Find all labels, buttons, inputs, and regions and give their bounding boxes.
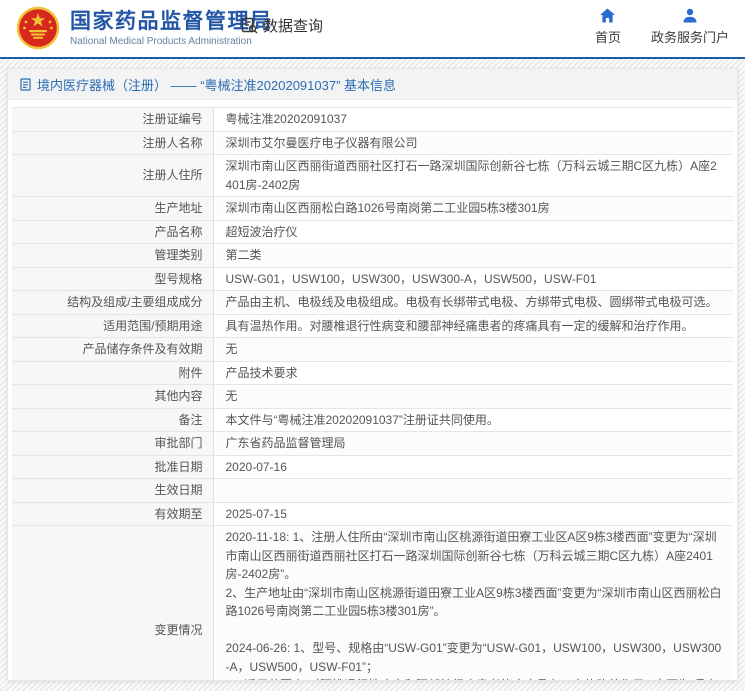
user-icon [682,8,698,23]
document-icon [20,78,31,91]
nav-portal-label: 政务服务门户 [651,27,729,46]
row-value: 本文件与“粤械注准20202091037”注册证共同使用。 [213,408,733,432]
row-label: 注册人住所 [12,155,213,197]
row-value: 粤械注准20202091037 [213,108,733,132]
row-label: 备注 [12,408,213,432]
row-value: 广东省药品监督管理局 [213,432,733,456]
table-row: 有效期至2025-07-15 [12,502,733,526]
row-value: 无 [213,338,733,362]
table-row: 产品名称超短波治疗仪 [12,220,733,244]
row-value: 2020-11-18: 1、注册人住所由“深圳市南山区桃源街道田寮工业区A区9栋… [213,526,733,682]
table-row: 产品储存条件及有效期无 [12,338,733,362]
data-query-icon [241,17,258,34]
table-row: 变更情况2020-11-18: 1、注册人住所由“深圳市南山区桃源街道田寮工业区… [12,526,733,682]
row-value: 2025-07-15 [213,502,733,526]
row-label: 有效期至 [12,502,213,526]
row-value: 2020-07-16 [213,455,733,479]
nmpa-logo[interactable]: 国家药品监督管理局 National Medical Products Admi… [16,6,273,50]
data-query-label: 数据查询 [263,15,323,36]
row-label: 变更情况 [12,526,213,682]
panel-title-bar: 境内医疗器械（注册） —— “粤械注准20202091037” 基本信息 [8,69,737,100]
row-label: 生效日期 [12,479,213,503]
nav-portal[interactable]: 政务服务门户 [651,8,729,46]
table-row: 生产地址深圳市南山区西丽松白路1026号南岗第二工业园5栋3楼301房 [12,197,733,221]
table-row: 其他内容无 [12,385,733,409]
nav-data-query[interactable]: 数据查询 [241,15,323,36]
row-label: 审批部门 [12,432,213,456]
main-area: 境内医疗器械（注册） —— “粤械注准20202091037” 基本信息 注册证… [0,59,745,691]
row-label: 产品名称 [12,220,213,244]
table-row: 适用范围/预期用途具有温热作用。对腰椎退行性病变和腰部神经痛患者的疼痛具有一定的… [12,314,733,338]
row-label: 注册证编号 [12,108,213,132]
content-panel: 境内医疗器械（注册） —— “粤械注准20202091037” 基本信息 注册证… [7,68,738,681]
table-row: 备注本文件与“粤械注准20202091037”注册证共同使用。 [12,408,733,432]
row-label: 附件 [12,361,213,385]
header-right-nav: 首页 政务服务门户 [595,8,729,46]
row-label: 产品储存条件及有效期 [12,338,213,362]
table-row: 型号规格USW-G01，USW100，USW300，USW300-A，USW50… [12,267,733,291]
row-label: 型号规格 [12,267,213,291]
page-title: 境内医疗器械（注册） —— “粤械注准20202091037” 基本信息 [37,75,396,94]
row-value: 超短波治疗仪 [213,220,733,244]
table-row: 生效日期 [12,479,733,503]
row-label: 适用范围/预期用途 [12,314,213,338]
table-row: 批准日期2020-07-16 [12,455,733,479]
row-value: 深圳市南山区西丽松白路1026号南岗第二工业园5栋3楼301房 [213,197,733,221]
nav-home-label: 首页 [595,27,621,46]
national-emblem-icon [16,6,60,50]
table-row: 审批部门广东省药品监督管理局 [12,432,733,456]
table-row: 结构及组成/主要组成成分产品由主机、电极线及电极组成。电极有长绑带式电极、方绑带… [12,291,733,315]
row-value: 具有温热作用。对腰椎退行性病变和腰部神经痛患者的疼痛具有一定的缓解和治疗作用。 [213,314,733,338]
site-header: 国家药品监督管理局 National Medical Products Admi… [0,0,745,57]
table-row: 管理类别第二类 [12,244,733,268]
registration-info-table: 注册证编号粤械注准20202091037注册人名称深圳市艾尔曼医疗电子仪器有限公… [12,107,733,681]
home-icon [599,8,616,23]
nav-home[interactable]: 首页 [595,8,621,46]
row-label: 注册人名称 [12,131,213,155]
row-label: 结构及组成/主要组成成分 [12,291,213,315]
table-row: 附件产品技术要求 [12,361,733,385]
row-value: USW-G01，USW100，USW300，USW300-A，USW500，US… [213,267,733,291]
row-value: 产品由主机、电极线及电极组成。电极有长绑带式电极、方绑带式电极、圆绑带式电极可选… [213,291,733,315]
table-row: 注册人住所深圳市南山区西丽街道西丽社区打石一路深圳国际创新谷七栋（万科云城三期C… [12,155,733,197]
row-label: 管理类别 [12,244,213,268]
row-value: 产品技术要求 [213,361,733,385]
info-table-body: 注册证编号粤械注准20202091037注册人名称深圳市艾尔曼医疗电子仪器有限公… [12,108,733,682]
row-value: 第二类 [213,244,733,268]
row-label: 批准日期 [12,455,213,479]
table-row: 注册人名称深圳市艾尔曼医疗电子仪器有限公司 [12,131,733,155]
row-value [213,479,733,503]
org-name-en: National Medical Products Administration [70,36,273,47]
row-value: 无 [213,385,733,409]
row-value: 深圳市南山区西丽街道西丽社区打石一路深圳国际创新谷七栋（万科云城三期C区九栋）A… [213,155,733,197]
row-value: 深圳市艾尔曼医疗电子仪器有限公司 [213,131,733,155]
table-row: 注册证编号粤械注准20202091037 [12,108,733,132]
row-label: 其他内容 [12,385,213,409]
row-label: 生产地址 [12,197,213,221]
